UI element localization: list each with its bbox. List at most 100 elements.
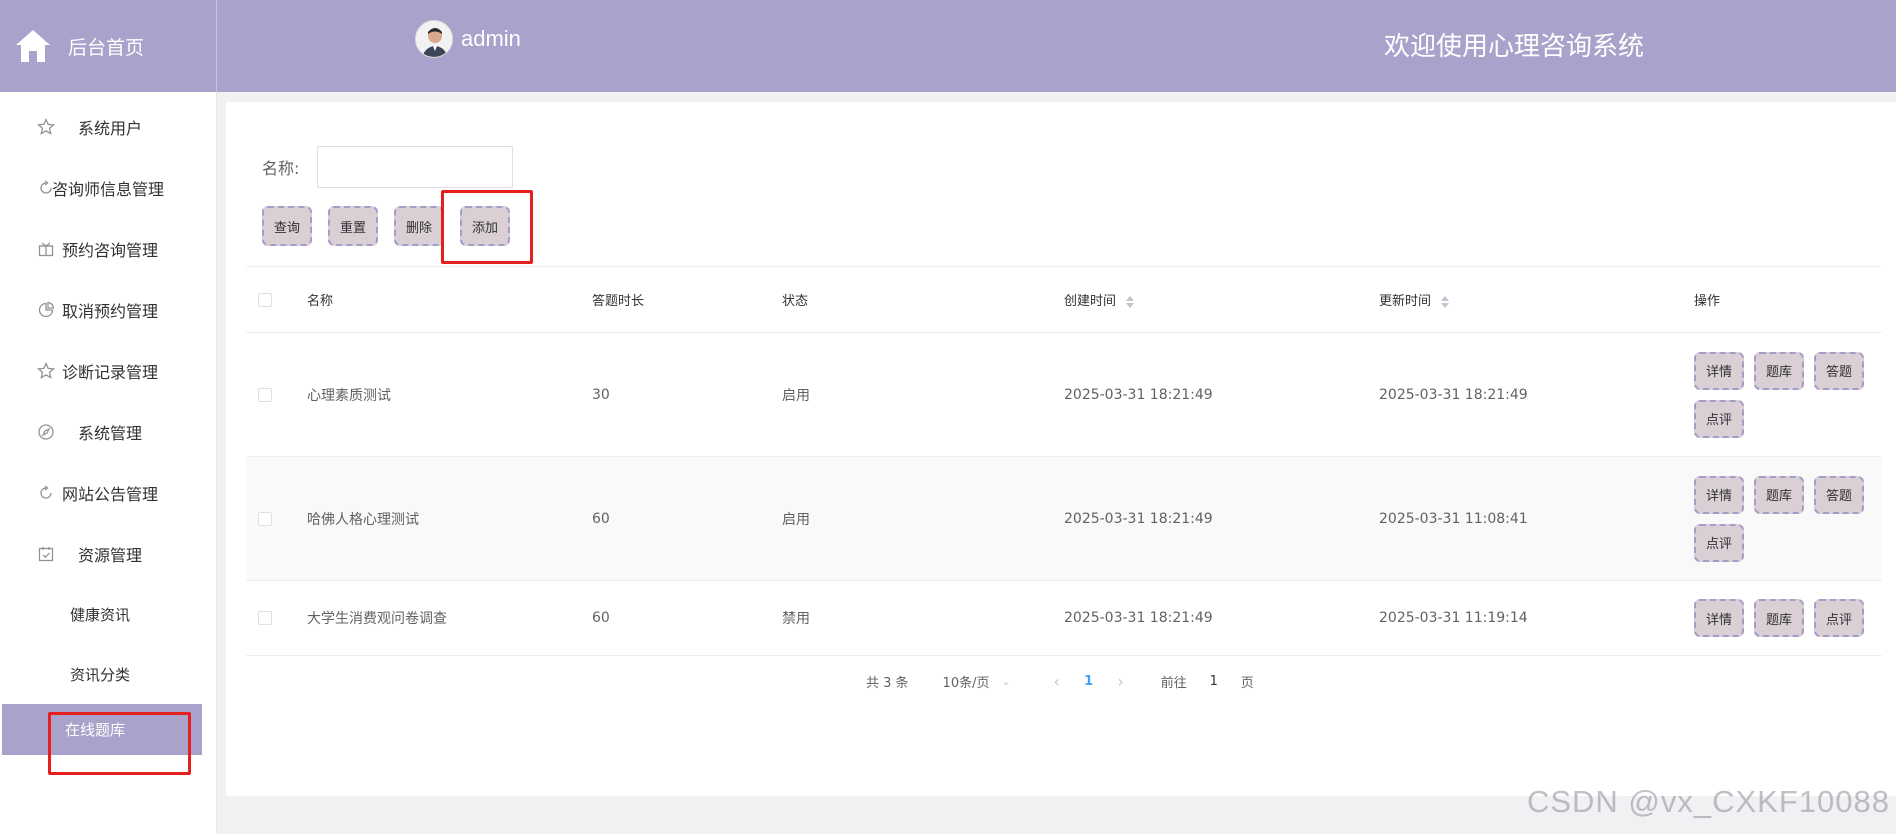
cell-updated: 2025-03-31 18:21:49 (1379, 386, 1528, 403)
sidebar-item-appointment[interactable]: 预约咨询管理 (0, 218, 216, 279)
row-checkbox[interactable] (258, 387, 272, 402)
answer-button[interactable]: 答题 (1814, 351, 1864, 390)
header-updated-label: 更新时间 (1379, 294, 1432, 309)
home-icon (16, 30, 50, 62)
page-size-select[interactable]: 10条/页 ⌄ (943, 672, 1011, 691)
pagination-total: 共 3 条 (866, 676, 909, 691)
answer-button[interactable]: 答题 (1814, 475, 1864, 514)
name-search-input[interactable] (317, 146, 514, 188)
star-icon (37, 117, 55, 135)
cell-ops: 详情 题库 点评 (1694, 599, 1874, 637)
refresh-icon (40, 484, 52, 499)
header-created[interactable]: 创建时间 (1064, 290, 1135, 309)
goto-page-input[interactable]: 1 (1201, 674, 1227, 689)
cell-status: 禁用 (782, 611, 810, 627)
cell-status: 启用 (782, 511, 810, 528)
sidebar-item-system-management[interactable]: 系统管理 (0, 401, 216, 462)
table-row: 心理素质测试 30 启用 2025-03-31 18:21:49 2025-03… (246, 333, 1882, 457)
sidebar-item-announcements[interactable]: 网站公告管理 (0, 462, 216, 523)
chevron-down-icon: ⌄ (1001, 675, 1011, 688)
system-title: 欢迎使用心理咨询系统 (1384, 32, 1645, 62)
username: admin (461, 26, 521, 51)
sort-icon[interactable] (1126, 295, 1135, 308)
header-updated[interactable]: 更新时间 (1379, 290, 1450, 309)
sidebar-item-label: 资源管理 (78, 545, 143, 565)
compass-icon (38, 423, 54, 440)
header-duration: 答题时长 (592, 294, 645, 309)
cell-name: 心理素质测试 (307, 387, 391, 404)
search-form: 名称: (262, 146, 514, 188)
cell-name: 哈佛人格心理测试 (307, 511, 419, 528)
cell-ops: 详情 题库 答题 点评 (1694, 475, 1874, 562)
goto-page: 前往 1 页 (1161, 672, 1254, 691)
table-row: 哈佛人格心理测试 60 启用 2025-03-31 18:21:49 2025-… (246, 457, 1882, 581)
sidebar-item-cancel-appointment[interactable]: 取消预约管理 (0, 279, 216, 340)
watermark: CSDN @vx_CXKF10088 (1526, 784, 1890, 819)
goto-prefix: 前往 (1160, 676, 1187, 691)
question-bank-button[interactable]: 题库 (1754, 599, 1804, 637)
sidebar-subitem-news-category[interactable]: 资讯分类 (0, 644, 216, 704)
calendar-check-icon (38, 546, 54, 561)
main-panel: 名称: 查询 重置 删除 添加 名称 答题时长 状态 创建时间 更新时间 操作 … (226, 102, 1896, 796)
select-all-checkbox[interactable] (258, 292, 272, 307)
sidebar-subitem-health-news[interactable]: 健康资讯 (0, 584, 216, 644)
cell-status: 启用 (782, 387, 810, 404)
sidebar-subitem-label: 资讯分类 (70, 666, 131, 684)
question-bank-table: 名称 答题时长 状态 创建时间 更新时间 操作 心理素质测试 30 启用 202… (246, 266, 1882, 656)
sidebar-item-resources[interactable]: 资源管理 (0, 523, 216, 584)
page-size-value: 10条/页 (942, 676, 990, 691)
sidebar-item-counselor-info[interactable]: 咨询师信息管理 (0, 157, 216, 218)
question-bank-button[interactable]: 题库 (1754, 351, 1804, 390)
sidebar-subitem-label: 健康资讯 (70, 606, 131, 624)
next-page-icon[interactable]: › (1109, 672, 1133, 691)
sidebar-subitem-online-question-bank[interactable]: 在线题库 (2, 704, 202, 755)
sidebar-item-system-users[interactable]: 系统用户 (0, 96, 216, 157)
sidebar-subitem-label: 在线题库 (65, 721, 126, 739)
sidebar-item-label: 咨询师信息管理 (52, 179, 165, 199)
gift-icon (38, 241, 54, 256)
reset-button[interactable]: 重置 (328, 206, 379, 246)
row-checkbox[interactable] (258, 611, 272, 625)
sidebar-item-label: 网站公告管理 (62, 484, 159, 504)
search-label: 名称: (262, 159, 300, 178)
review-button[interactable]: 点评 (1694, 399, 1744, 438)
sort-icon[interactable] (1441, 295, 1450, 308)
add-button[interactable]: 添加 (460, 206, 511, 246)
sidebar-item-diagnosis-records[interactable]: 诊断记录管理 (0, 340, 216, 401)
home-link[interactable]: 后台首页 (0, 0, 217, 92)
cell-ops: 详情 题库 答题 点评 (1694, 351, 1874, 438)
cell-updated: 2025-03-31 11:19:14 (1379, 610, 1528, 626)
table-row: 大学生消费观问卷调查 60 禁用 2025-03-31 18:21:49 202… (246, 581, 1882, 655)
cell-updated: 2025-03-31 11:08:41 (1379, 510, 1528, 527)
avatar-icon (416, 21, 452, 57)
sidebar-item-label: 取消预约管理 (62, 301, 159, 321)
row-checkbox[interactable] (258, 511, 272, 526)
header-status: 状态 (782, 294, 809, 309)
home-label: 后台首页 (68, 36, 145, 59)
user-info[interactable]: admin (415, 20, 521, 58)
query-button[interactable]: 查询 (262, 206, 313, 246)
cell-duration: 60 (592, 610, 610, 626)
top-bar: 后台首页 admin 欢迎使用心理咨询系统 (0, 0, 1896, 92)
toolbar: 查询 重置 删除 添加 (262, 206, 526, 246)
star-icon (37, 361, 55, 379)
header-name: 名称 (307, 294, 334, 309)
cell-duration: 30 (592, 386, 610, 403)
pagination: 共 3 条 10条/页 ⌄ ‹ 1 › 前往 1 页 (866, 672, 1254, 691)
detail-button[interactable]: 详情 (1694, 475, 1744, 514)
goto-suffix: 页 (1240, 676, 1254, 691)
question-bank-button[interactable]: 题库 (1754, 475, 1804, 514)
detail-button[interactable]: 详情 (1694, 351, 1744, 390)
prev-page-icon[interactable]: ‹ (1045, 672, 1069, 691)
cell-created: 2025-03-31 18:21:49 (1064, 610, 1213, 626)
cell-created: 2025-03-31 18:21:49 (1064, 510, 1213, 527)
delete-button[interactable]: 删除 (394, 206, 445, 246)
header-ops: 操作 (1694, 294, 1721, 309)
sidebar: 系统用户 咨询师信息管理 预约咨询管理 取消预约管理 诊断记录管理 系统管理 网… (0, 92, 217, 834)
detail-button[interactable]: 详情 (1694, 599, 1744, 637)
page-number[interactable]: 1 (1069, 674, 1109, 689)
sidebar-item-label: 诊断记录管理 (62, 362, 159, 382)
review-button[interactable]: 点评 (1814, 599, 1864, 637)
review-button[interactable]: 点评 (1694, 523, 1744, 562)
pie-icon (38, 301, 55, 317)
